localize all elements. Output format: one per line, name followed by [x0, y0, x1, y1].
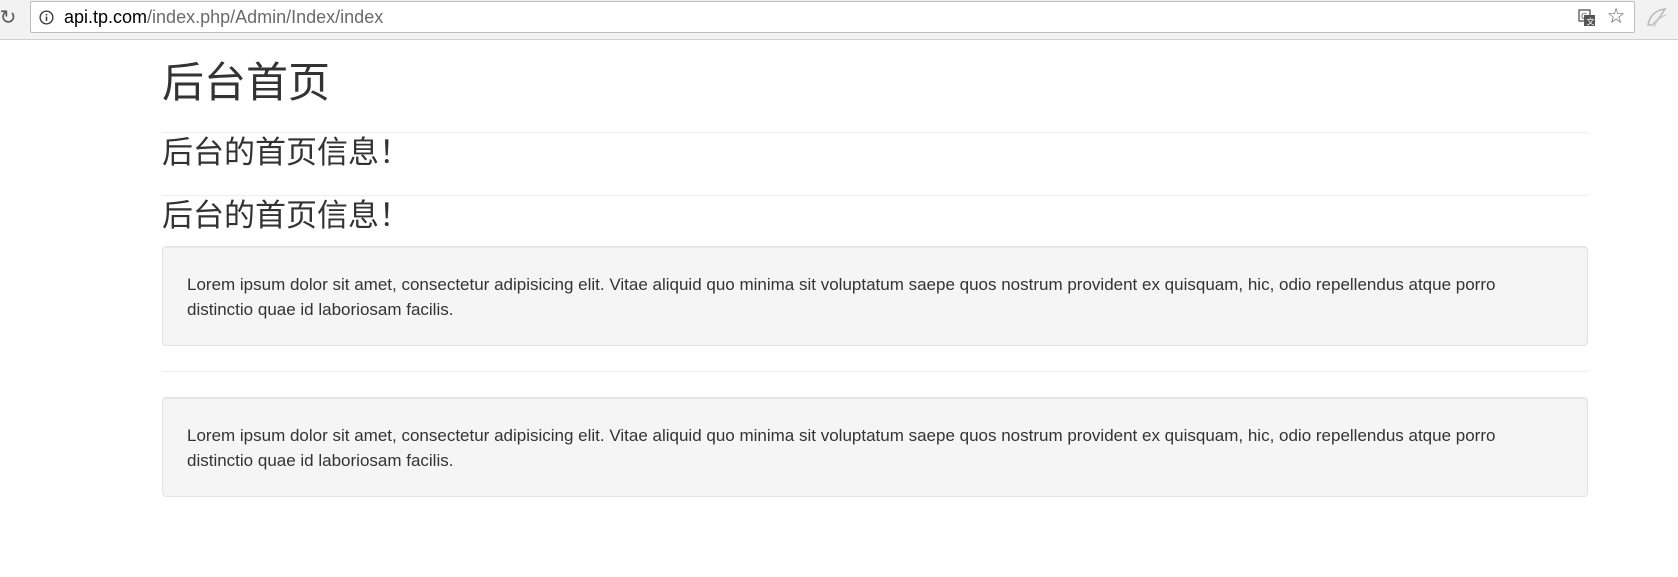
main-container: 后台首页 后台的首页信息！ 后台的首页信息！ Lorem ipsum dolor… [162, 40, 1588, 497]
divider [162, 371, 1588, 372]
info-icon[interactable] [39, 10, 54, 25]
browser-toolbar: ↻ api.tp.com/index.php/Admin/Index/index… [0, 0, 1678, 40]
url-text[interactable]: api.tp.com/index.php/Admin/Index/index [64, 2, 383, 32]
info-well-second: Lorem ipsum dolor sit amet, consectetur … [162, 397, 1588, 497]
star-icon[interactable]: ☆ [1605, 5, 1627, 29]
subtitle-second: 后台的首页信息！ [162, 198, 410, 234]
subtitle-first: 后台的首页信息！ [162, 135, 410, 171]
translate-icon[interactable]: G 文 [1578, 9, 1596, 27]
address-bar[interactable]: api.tp.com/index.php/Admin/Index/index G… [30, 1, 1635, 33]
reload-icon[interactable]: ↻ [0, 6, 19, 30]
info-well-first: Lorem ipsum dolor sit amet, consectetur … [162, 246, 1588, 346]
page-title: 后台首页 [162, 58, 331, 107]
svg-text:文: 文 [1587, 17, 1595, 27]
url-host: api.tp.com [64, 7, 148, 27]
url-path: /index.php/Admin/Index/index [147, 7, 384, 27]
extension-icon[interactable] [1644, 7, 1668, 29]
